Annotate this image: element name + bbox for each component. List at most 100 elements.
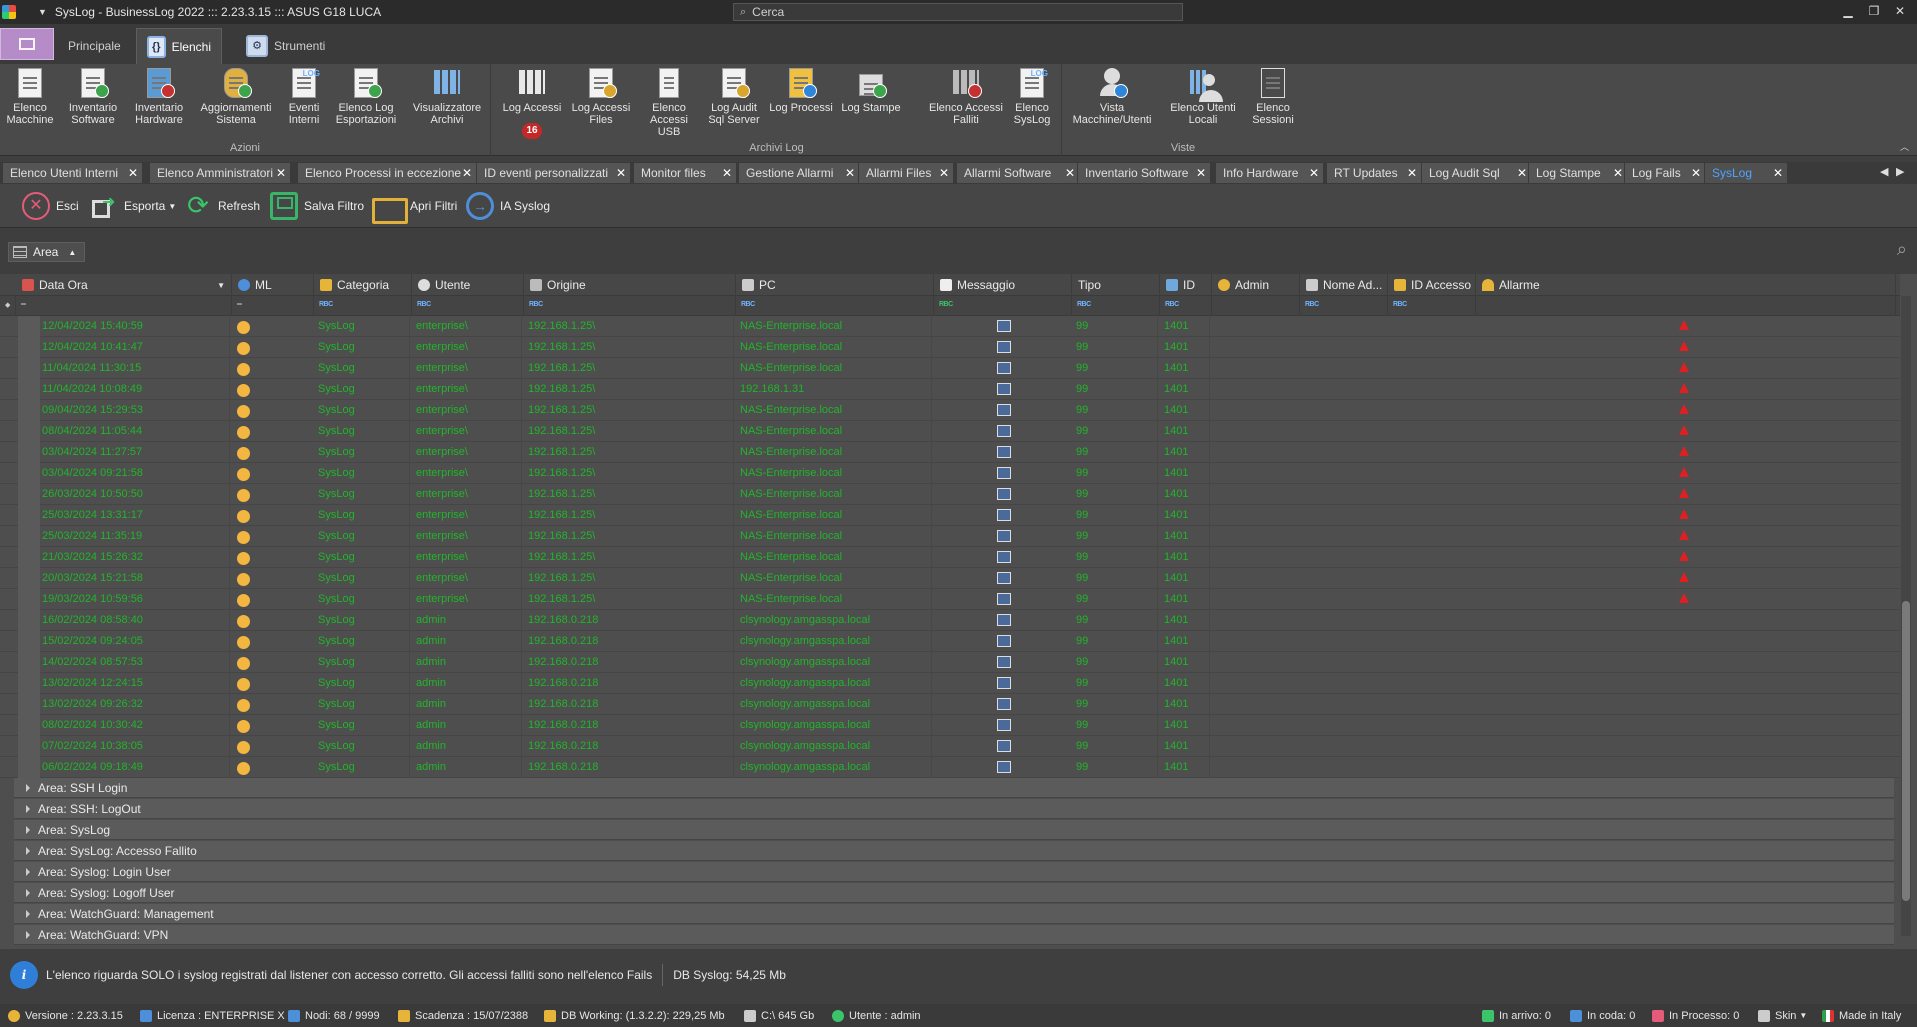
filter-id-accesso[interactable]: RBC (1388, 296, 1476, 316)
elenco-log-esportazioni-button[interactable]: Elenco Log Esportazioni (332, 68, 400, 126)
doc-tab[interactable]: Log Audit Sql ✕ (1421, 162, 1532, 184)
message-detail-icon[interactable] (997, 404, 1011, 416)
table-row[interactable]: 13/02/2024 12:24:15 SysLog admin 192.168.0.… (0, 673, 1900, 694)
skin-selector[interactable]: Skin ▼ (1758, 1004, 1807, 1027)
group-row[interactable]: Area: Syslog: Logoff User (14, 883, 1894, 903)
expand-arrow-icon[interactable] (26, 888, 30, 897)
table-row[interactable]: 03/04/2024 11:27:57 SysLog enterprise\ 192.… (0, 442, 1900, 463)
message-detail-icon[interactable] (997, 446, 1011, 458)
column-header-tipo[interactable]: Tipo (1072, 274, 1160, 296)
table-row[interactable]: 20/03/2024 15:21:58 SysLog enterprise\ 192.… (0, 568, 1900, 589)
column-header-utente[interactable]: Utente (412, 274, 524, 296)
message-detail-icon[interactable] (997, 593, 1011, 605)
doc-tab[interactable]: Info Hardware ✕ (1215, 162, 1324, 184)
column-header-id[interactable]: ID (1160, 274, 1212, 296)
doc-tab[interactable]: Elenco Amministratori ✕ (149, 162, 291, 184)
message-detail-icon[interactable] (997, 614, 1011, 626)
table-row[interactable]: 12/04/2024 15:40:59 SysLog enterprise\ 192.… (0, 316, 1900, 337)
log-accessi-button[interactable]: Log Accessi (500, 68, 564, 114)
expand-arrow-icon[interactable] (26, 783, 30, 792)
tabs-scroll-left-icon[interactable]: ◀ (1880, 165, 1888, 178)
message-detail-icon[interactable] (997, 572, 1011, 584)
esci-button[interactable]: ✕ Esci (22, 192, 79, 220)
table-row[interactable]: 03/04/2024 09:21:58 SysLog enterprise\ 192.… (0, 463, 1900, 484)
message-detail-icon[interactable] (997, 341, 1011, 353)
message-detail-icon[interactable] (997, 698, 1011, 710)
file-menu-button[interactable] (0, 28, 54, 60)
table-row[interactable]: 11/04/2024 10:08:49 SysLog enterprise\ 192.… (0, 379, 1900, 400)
close-tab-icon[interactable]: ✕ (616, 166, 626, 180)
message-detail-icon[interactable] (997, 488, 1011, 500)
table-row[interactable]: 08/04/2024 11:05:44 SysLog enterprise\ 192.… (0, 421, 1900, 442)
expand-arrow-icon[interactable] (26, 867, 30, 876)
doc-tab[interactable]: Monitor files ✕ (633, 162, 737, 184)
tab-elenchi[interactable]: {} Elenchi (136, 28, 222, 64)
message-detail-icon[interactable] (997, 383, 1011, 395)
log-accessi-files-button[interactable]: Log Accessi Files (570, 68, 632, 126)
doc-tab[interactable]: Gestione Allarmi ✕ (738, 162, 860, 184)
filter-ml[interactable]: ═ (232, 296, 314, 316)
close-tab-icon[interactable]: ✕ (1691, 166, 1701, 180)
doc-tab[interactable]: Log Stampe ✕ (1528, 162, 1628, 184)
group-row[interactable]: Area: Syslog: Login User (14, 862, 1894, 882)
ia-syslog-button[interactable]: IA Syslog (466, 192, 550, 220)
restore-button[interactable]: ❐ (1863, 2, 1885, 20)
column-header-admin[interactable]: Admin (1212, 274, 1300, 296)
column-header-nome-admin[interactable]: Nome Ad... (1300, 274, 1388, 296)
apri-filtri-button[interactable]: Apri Filtri (372, 192, 457, 224)
search-box[interactable]: ⌕ Cerca (733, 3, 1183, 21)
elenco-sessioni-button[interactable]: Elenco Sessioni (1245, 68, 1301, 126)
close-button[interactable]: ✕ (1889, 2, 1911, 20)
doc-tab[interactable]: Allarmi Files ✕ (858, 162, 954, 184)
quick-access-menu-icon[interactable]: ▼ (38, 7, 47, 17)
filter-allarme[interactable] (1476, 296, 1896, 316)
filter-pc[interactable]: RBC (736, 296, 934, 316)
message-detail-icon[interactable] (997, 551, 1011, 563)
expand-arrow-icon[interactable] (26, 804, 30, 813)
table-row[interactable]: 14/02/2024 08:57:53 SysLog admin 192.168.0.… (0, 652, 1900, 673)
filter-admin[interactable] (1212, 296, 1300, 316)
close-tab-icon[interactable]: ✕ (276, 166, 286, 180)
close-tab-icon[interactable]: ✕ (722, 166, 732, 180)
doc-tab[interactable]: Elenco Processi in eccezione ✕ (297, 162, 477, 184)
message-detail-icon[interactable] (997, 677, 1011, 689)
doc-tab[interactable]: RT Updates ✕ (1326, 162, 1422, 184)
elenco-syslog-button[interactable]: LOG Elenco SysLog (1006, 68, 1058, 126)
doc-tab[interactable]: Log Fails ✕ (1624, 162, 1706, 184)
message-detail-icon[interactable] (997, 761, 1011, 773)
filter-origine[interactable]: RBC (524, 296, 736, 316)
log-audit-sql-server-button[interactable]: Log Audit Sql Server (706, 68, 762, 126)
expand-arrow-icon[interactable] (26, 846, 30, 855)
close-tab-icon[interactable]: ✕ (939, 166, 949, 180)
table-row[interactable]: 12/04/2024 10:41:47 SysLog enterprise\ 192.… (0, 337, 1900, 358)
message-detail-icon[interactable] (997, 320, 1011, 332)
table-row[interactable]: 25/03/2024 11:35:19 SysLog enterprise\ 192.… (0, 526, 1900, 547)
doc-tab[interactable]: ID eventi personalizzati ✕ (476, 162, 631, 184)
table-row[interactable]: 06/02/2024 09:18:49 SysLog admin 192.168.0.… (0, 757, 1900, 778)
elenco-macchine-button[interactable]: Elenco Macchine (4, 68, 56, 126)
doc-tab-active[interactable]: SysLog ✕ (1704, 162, 1788, 184)
group-row[interactable]: Area: WatchGuard: Management (14, 904, 1894, 924)
message-detail-icon[interactable] (997, 509, 1011, 521)
group-row[interactable]: Area: SysLog: Accesso Fallito (14, 841, 1894, 861)
column-header-allarme[interactable]: Allarme (1476, 274, 1896, 296)
table-row[interactable]: 08/02/2024 10:30:42 SysLog admin 192.168.0.… (0, 715, 1900, 736)
table-row[interactable]: 09/04/2024 15:29:53 SysLog enterprise\ 192.… (0, 400, 1900, 421)
expand-arrow-icon[interactable] (26, 825, 30, 834)
close-tab-icon[interactable]: ✕ (845, 166, 855, 180)
message-detail-icon[interactable] (997, 719, 1011, 731)
close-tab-icon[interactable]: ✕ (128, 166, 138, 180)
eventi-interni-button[interactable]: LOG Eventi Interni (282, 68, 326, 126)
message-detail-icon[interactable] (997, 467, 1011, 479)
table-row[interactable]: 15/02/2024 09:24:05 SysLog admin 192.168.0.… (0, 631, 1900, 652)
column-header-origine[interactable]: Origine (524, 274, 736, 296)
close-tab-icon[interactable]: ✕ (1309, 166, 1319, 180)
group-row[interactable]: Area: SSH Login (14, 778, 1894, 798)
close-tab-icon[interactable]: ✕ (1196, 166, 1206, 180)
inventario-hardware-button[interactable]: Inventario Hardware (130, 68, 188, 126)
close-tab-icon[interactable]: ✕ (1517, 166, 1527, 180)
vertical-scrollbar[interactable] (1901, 296, 1911, 936)
message-detail-icon[interactable] (997, 425, 1011, 437)
log-stampe-button[interactable]: Log Stampe (838, 68, 904, 114)
elenco-utenti-locali-button[interactable]: Elenco Utenti Locali (1163, 68, 1243, 126)
